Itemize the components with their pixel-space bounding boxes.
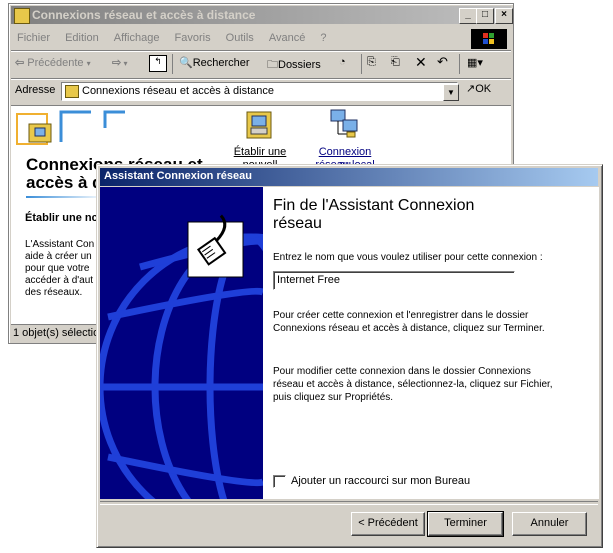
toolbar-separator	[361, 54, 362, 74]
connection-name-prompt: Entrez le nom que vous voulez utiliser p…	[273, 252, 543, 263]
menu-avance[interactable]: Avancé	[263, 29, 312, 47]
modify-instructions: Pour modifier cette connexion dans le do…	[273, 366, 553, 403]
address-value: Connexions réseau et accès à distance	[82, 85, 275, 97]
network-folder-icon	[14, 8, 30, 24]
menu-edition[interactable]: Edition	[59, 29, 105, 47]
network-folder-icon	[65, 85, 79, 98]
dropdown-arrow-icon: ▾	[121, 59, 128, 68]
maximize-button[interactable]: □	[476, 8, 494, 24]
chevron-down-icon: ▼	[447, 88, 455, 97]
cancel-button[interactable]: Annuler	[512, 512, 587, 536]
folders-button[interactable]: 🗀Dossiers	[267, 56, 321, 74]
toolbar-separator	[172, 54, 173, 74]
back-arrow-icon: ⇦	[15, 57, 25, 69]
move-to-icon: ⎘	[367, 56, 376, 68]
up-folder-icon: ↰	[154, 56, 162, 66]
title-underline	[26, 196, 106, 198]
connection-name-input[interactable]	[273, 271, 515, 290]
views-icon: ▦▾	[467, 57, 483, 69]
folders-icon: 🗀	[267, 59, 278, 71]
history-icon: ◔	[339, 56, 346, 68]
dropdown-arrow-icon: ▾	[86, 59, 91, 68]
new-connection-label-1: Établir une	[233, 146, 287, 158]
wizard-content-panel: Fin de l'Assistant Connexion réseau Entr…	[263, 187, 599, 499]
wizard-heading-line2: réseau	[273, 215, 322, 232]
menu-affichage[interactable]: Affichage	[108, 29, 166, 47]
side-heading: Établir une nc	[25, 212, 98, 224]
status-text: 1 objet(s) sélection	[13, 327, 106, 339]
close-button[interactable]: ×	[495, 8, 513, 24]
new-connection-item[interactable]: Établir une nouvell	[225, 108, 295, 171]
lan-connection-icon	[330, 109, 358, 138]
menu-fichier[interactable]: Fichier	[11, 29, 56, 47]
menu-outils[interactable]: Outils	[220, 29, 260, 47]
menu-bar: Fichier Edition Affichage Favoris Outils…	[11, 29, 333, 49]
go-arrow-icon: ↗	[466, 83, 476, 95]
back-button[interactable]: < Précédent	[351, 512, 425, 536]
address-field[interactable]: Connexions réseau et accès à distance	[61, 82, 458, 101]
globe-watermark-icon	[100, 214, 263, 499]
address-dropdown-button[interactable]: ▼	[443, 84, 459, 101]
move-to-button[interactable]: ⎘	[367, 56, 376, 74]
delete-button[interactable]: ✕	[415, 54, 427, 72]
explorer-title: Connexions réseau et accès à distance	[32, 8, 256, 22]
menu-help[interactable]: ?	[314, 29, 332, 47]
lan-connection-item[interactable]: Connexion au réseau local	[309, 108, 381, 171]
search-button[interactable]: 🔍Rechercher	[179, 56, 250, 74]
explorer-titlebar[interactable]: Connexions réseau et accès à distance _ …	[11, 6, 513, 24]
toolbar-divider	[11, 78, 511, 79]
wizard-title: Assistant Connexion réseau	[104, 170, 252, 182]
copy-to-icon: ⎗	[391, 56, 400, 68]
forward-button[interactable]: ⇨ ▾	[112, 56, 127, 74]
wizard-heading-line1: Fin de l'Assistant Connexion	[273, 197, 475, 214]
windows-logo-icon	[471, 29, 507, 49]
copy-to-button[interactable]: ⎗	[391, 56, 400, 74]
address-label: Adresse	[15, 84, 56, 96]
make-new-connection-icon	[246, 111, 272, 139]
wizard-button-divider	[100, 501, 598, 505]
wizard-titlebar[interactable]: Assistant Connexion réseau	[100, 168, 598, 186]
desktop-shortcut-label[interactable]: Ajouter un raccourci sur mon Bureau	[291, 475, 470, 488]
menu-favoris[interactable]: Favoris	[169, 29, 217, 47]
forward-arrow-icon: ⇨	[112, 57, 122, 69]
desktop-shortcut-checkbox[interactable]	[273, 475, 286, 488]
minimize-button[interactable]: _	[459, 8, 477, 24]
search-icon: 🔍	[179, 57, 193, 69]
delete-x-icon: ✕	[415, 54, 427, 70]
menu-divider	[11, 50, 511, 51]
go-button[interactable]: ↗OK	[466, 82, 506, 100]
wizard-dialog: Assistant Connexion réseau Fin de l'Assi…	[96, 164, 603, 548]
wizard-side-panel	[100, 187, 263, 499]
history-button[interactable]: ◔	[339, 56, 346, 74]
finish-instructions: Pour créer cette connexion et l'enregist…	[273, 310, 545, 334]
undo-icon: ↶	[437, 54, 448, 69]
up-folder-button[interactable]: ↰	[149, 55, 167, 72]
toolbar-separator	[459, 54, 460, 74]
back-button[interactable]: ⇦ Précédente ▾	[15, 56, 91, 74]
undo-button[interactable]: ↶	[437, 54, 448, 72]
folder-banner-icon	[16, 110, 131, 145]
finish-button[interactable]: Terminer	[427, 511, 504, 537]
views-button[interactable]: ▦▾	[467, 56, 483, 74]
folder-title-line2: accès à d	[26, 173, 103, 192]
